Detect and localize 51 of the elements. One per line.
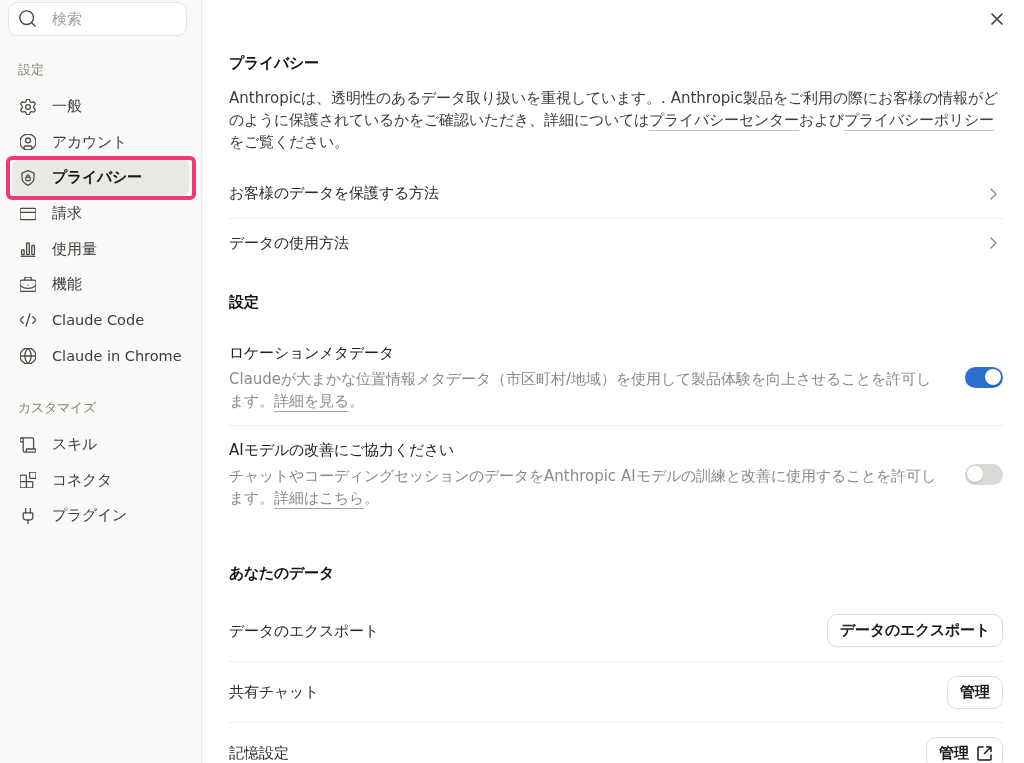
close-icon <box>991 13 1003 25</box>
scroll-icon <box>20 436 36 453</box>
toggle-switch[interactable] <box>965 463 1003 485</box>
gear-icon <box>20 98 36 115</box>
privacy-link[interactable]: プライバシーセンター <box>649 111 799 129</box>
action-button[interactable]: データのエクスポート <box>827 614 1003 647</box>
privacy-description: Anthropicは、透明性のあるデータ取り扱いを重視しています。. Anthropic製品をご利用の際にお客様の情報がどのように保護されているかをご確認いただき、詳細についてはプライバシーセンターおよびプライバシーポリシー をご覧ください。 <box>229 88 999 153</box>
briefcase-icon <box>20 276 36 293</box>
row-label: データのエクスポート <box>229 620 379 642</box>
plug-icon <box>20 507 36 524</box>
sidebar-item[interactable]: 機能 <box>12 266 189 303</box>
sidebar-item[interactable]: 請求 <box>12 195 189 232</box>
code-icon <box>20 312 36 329</box>
sidebar-item[interactable]: アカウント <box>12 124 189 161</box>
toggle-switch[interactable] <box>965 366 1003 388</box>
privacy-link[interactable]: プライバシーポリシー <box>844 111 994 129</box>
blocks-icon <box>20 472 36 489</box>
action-button[interactable]: 管理 <box>947 675 1003 709</box>
search-field[interactable]: 検索 <box>8 2 187 36</box>
sidebar-item[interactable]: スキル <box>12 426 189 463</box>
section-heading: あなたのデータ <box>229 563 335 584</box>
details-link[interactable]: 詳細を見る <box>274 392 349 410</box>
bar-chart-icon <box>20 241 36 258</box>
chevron-right-icon <box>990 237 997 249</box>
row-label: 記憶設定 <box>229 743 289 763</box>
details-link[interactable]: 詳細はこちら <box>274 489 364 507</box>
sidebar-item[interactable]: Claude in Chrome <box>12 338 189 374</box>
sidebar-item[interactable]: Claude Code <box>12 302 189 339</box>
sidebar-item[interactable]: 一般 <box>12 89 189 125</box>
search-icon <box>19 10 36 27</box>
sidebar-item[interactable]: プラグイン <box>12 497 189 534</box>
row-label: 共有チャット <box>229 682 319 703</box>
setting-title: ロケーションメタデータ <box>229 343 395 364</box>
shield-lock-icon <box>20 170 36 186</box>
credit-card-icon <box>20 205 36 222</box>
section-heading: プライバシー <box>229 53 320 74</box>
sidebar-item[interactable]: プライバシー <box>12 160 189 196</box>
setting-description: チャットやコーディングセッションのデータをAnthropic AIモデルの訓練と改善に使用することを許可します。詳細はこちら。 <box>229 466 937 509</box>
link-row[interactable]: お客様のデータを保護する方法 <box>229 169 1003 218</box>
action-button[interactable]: 管理 <box>926 736 1003 763</box>
setting-description: Claudeが大まかな位置情報メタデータ（市区町村/地域）を使用して製品体験を向上させることを許可します。詳細を見る。 <box>229 369 933 412</box>
chevron-right-icon <box>990 187 997 200</box>
section-heading: 設定 <box>229 292 260 313</box>
link-row[interactable]: データの使用方法 <box>229 218 1003 267</box>
section-label: 設定 <box>18 61 45 79</box>
globe-icon <box>20 347 36 364</box>
sidebar-item[interactable]: 使用量 <box>12 231 189 267</box>
sidebar-item[interactable]: コネクタ <box>12 462 189 498</box>
section-label: カスタマイズ <box>18 398 97 417</box>
setting-title: AIモデルの改善にご協力ください <box>229 440 455 461</box>
external-link-icon <box>977 745 992 761</box>
